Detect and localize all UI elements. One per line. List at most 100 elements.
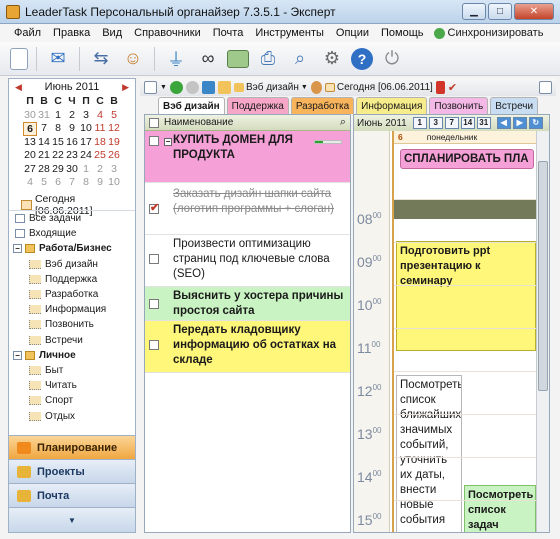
tree-item[interactable]: Все задачи bbox=[9, 211, 135, 226]
menu-sync[interactable]: Синхронизировать bbox=[430, 27, 543, 39]
event-review-tasks[interactable]: Посмотреть список задач bbox=[464, 485, 536, 532]
tree-item[interactable]: Входящие bbox=[9, 226, 135, 241]
collapse-icon[interactable]: − bbox=[164, 138, 172, 146]
calendar-day[interactable]: 29 bbox=[51, 163, 65, 177]
search-icon[interactable]: ⌕ bbox=[340, 116, 346, 129]
tab-meetings[interactable]: Встречи bbox=[490, 97, 539, 114]
task-checkbox[interactable] bbox=[149, 254, 159, 264]
nav-more-button[interactable]: ▼ bbox=[9, 507, 135, 532]
calendar-day[interactable]: 23 bbox=[65, 149, 79, 163]
calendar-day[interactable]: 1 bbox=[79, 163, 93, 177]
calendar-day[interactable]: 6 bbox=[23, 122, 37, 136]
prev-arrow-icon[interactable]: ◀ bbox=[496, 117, 511, 129]
event-review-list[interactable]: Посмотреть список ближайших значимых соб… bbox=[396, 375, 462, 532]
tab-call[interactable]: Позвонить bbox=[429, 97, 489, 114]
tree-item[interactable]: Позвонить bbox=[9, 317, 135, 332]
calendar-day[interactable]: 30 bbox=[23, 109, 37, 123]
view-7-days-button[interactable]: 7 bbox=[444, 117, 459, 129]
tree-item[interactable]: Спорт bbox=[9, 393, 135, 408]
calendar-day[interactable]: 27 bbox=[23, 163, 37, 177]
calendar-day[interactable]: 10 bbox=[79, 122, 93, 136]
menu-directories[interactable]: Справочники bbox=[128, 27, 207, 39]
calendar-day[interactable]: 4 bbox=[93, 109, 107, 123]
settings-gear-icon[interactable]: ⚙ bbox=[319, 46, 345, 72]
calendar-day[interactable]: 21 bbox=[37, 149, 51, 163]
task-checkbox-checked[interactable] bbox=[149, 201, 159, 214]
calendar-day[interactable]: 5 bbox=[37, 176, 51, 190]
collapse-icon[interactable]: − bbox=[13, 350, 22, 360]
calendar-day[interactable]: 2 bbox=[93, 163, 107, 177]
calendar-day[interactable]: 10 bbox=[107, 176, 121, 190]
nav-projects[interactable]: Проекты bbox=[9, 459, 135, 483]
view-31-days-button[interactable]: 31 bbox=[476, 117, 491, 129]
calendar-day[interactable]: 22 bbox=[51, 149, 65, 163]
task-checkbox[interactable] bbox=[149, 340, 159, 350]
check-icon[interactable]: ✔ bbox=[448, 81, 461, 94]
task-row[interactable]: Выяснить у хостера причины простоя сайта bbox=[145, 287, 350, 321]
tab-development[interactable]: Разработка bbox=[290, 97, 355, 114]
calendar-day[interactable]: 5 bbox=[107, 109, 121, 123]
calendar-day[interactable]: 1 bbox=[51, 109, 65, 123]
minimize-button[interactable]: ▁ bbox=[462, 3, 486, 20]
view-14-days-button[interactable]: 14 bbox=[460, 117, 475, 129]
tree-item[interactable]: Читать bbox=[9, 378, 135, 393]
menu-edit[interactable]: Правка bbox=[47, 27, 96, 39]
calendar-day[interactable]: 14 bbox=[37, 136, 51, 150]
image-icon[interactable] bbox=[227, 49, 249, 68]
calendar-day[interactable]: 3 bbox=[79, 109, 93, 123]
tree-item[interactable]: Быт bbox=[9, 363, 135, 378]
calendar-day[interactable]: 24 bbox=[79, 149, 93, 163]
sync-hand-icon[interactable]: ⇆ bbox=[88, 46, 114, 72]
menu-file[interactable]: Файл bbox=[8, 27, 47, 39]
nav-mail[interactable]: Почта bbox=[9, 483, 135, 507]
calendar-day[interactable]: 9 bbox=[93, 176, 107, 190]
calendar-day[interactable]: 30 bbox=[65, 163, 79, 177]
folder-filter-icon[interactable] bbox=[217, 80, 231, 94]
select-all-checkbox[interactable] bbox=[149, 117, 159, 128]
tree-item[interactable]: Поддержка bbox=[9, 272, 135, 287]
task-row[interactable]: Заказать дизайн шапки сайта (логотип про… bbox=[145, 183, 350, 235]
date-filter-dropdown[interactable]: Сегодня [06.06.2011] bbox=[324, 82, 433, 93]
user-icon[interactable] bbox=[310, 80, 322, 94]
printer-icon[interactable]: ⎙ bbox=[255, 46, 281, 72]
maximize-button[interactable]: □ bbox=[488, 3, 512, 20]
calendar-day[interactable]: 18 bbox=[93, 136, 107, 150]
prev-month-arrow-icon[interactable]: ◀ bbox=[15, 82, 22, 93]
calendar-day[interactable]: 3 bbox=[107, 163, 121, 177]
event-presentation[interactable]: Подготовить ppt презентацию к семинару bbox=[396, 241, 536, 351]
tree-item[interactable]: Вэб дизайн bbox=[9, 257, 135, 272]
calendar-day[interactable]: 31 bbox=[37, 109, 51, 123]
calendar-day[interactable]: 7 bbox=[65, 176, 79, 190]
calendar-day[interactable]: 9 bbox=[65, 122, 79, 136]
day-column[interactable]: 6 понедельник СПЛАНИРОВАТЬ ПЛА Подготови… bbox=[392, 131, 538, 532]
new-task-icon[interactable] bbox=[144, 80, 157, 94]
calendar-day[interactable]: 20 bbox=[23, 149, 37, 163]
calendar-day[interactable]: 16 bbox=[65, 136, 79, 150]
task-checkbox[interactable] bbox=[149, 136, 159, 146]
next-month-arrow-icon[interactable]: ▶ bbox=[122, 82, 129, 93]
binoculars-icon[interactable]: ∞ bbox=[195, 46, 221, 72]
calendar-day[interactable]: 13 bbox=[23, 136, 37, 150]
collapse-icon[interactable]: − bbox=[13, 244, 22, 254]
tree-item[interactable]: Информация bbox=[9, 302, 135, 317]
filter-icon[interactable]: ⏚ bbox=[163, 46, 189, 72]
nav-planning[interactable]: Планирование bbox=[9, 435, 135, 459]
view-1-day-button[interactable]: 1 bbox=[412, 117, 427, 129]
tree-item[interactable]: − Личное bbox=[9, 348, 135, 363]
task-row[interactable]: − КУПИТЬ ДОМЕН ДЛЯ ПРОДУКТА bbox=[145, 131, 350, 183]
next-arrow-icon[interactable]: ▶ bbox=[512, 117, 527, 129]
calendar-day[interactable]: 26 bbox=[107, 149, 121, 163]
task-row[interactable]: Передать кладовщику информацию об остатк… bbox=[145, 321, 350, 373]
filter-small-icon[interactable] bbox=[201, 80, 215, 94]
view-3-days-button[interactable]: 3 bbox=[428, 117, 443, 129]
calendar-day[interactable]: 6 bbox=[51, 176, 65, 190]
close-button[interactable]: ✕ bbox=[514, 3, 554, 20]
scrollbar-thumb[interactable] bbox=[538, 161, 548, 391]
help-icon[interactable]: ? bbox=[351, 47, 373, 70]
new-document-icon[interactable] bbox=[10, 47, 28, 70]
tab-support[interactable]: Поддержка bbox=[226, 97, 289, 114]
exit-icon[interactable]: ⏻ bbox=[379, 46, 405, 72]
calendar-day[interactable]: 15 bbox=[51, 136, 65, 150]
tree-item[interactable]: − Работа/Бизнес bbox=[9, 241, 135, 256]
email-icon[interactable]: ✉ bbox=[45, 46, 71, 72]
